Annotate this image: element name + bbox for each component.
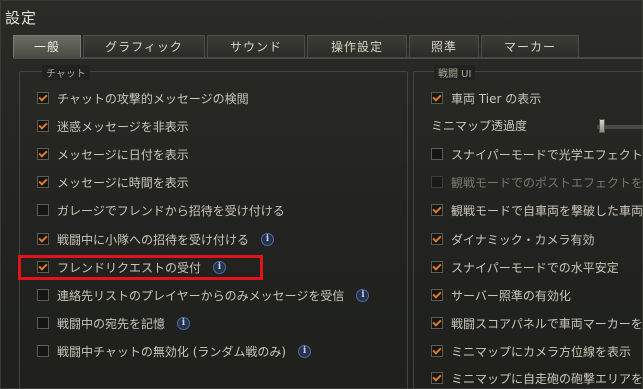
tab-graphics[interactable]: グラフィック — [83, 35, 205, 57]
battle-option-show-tier[interactable]: 車両 Tier の表示 — [431, 89, 541, 107]
chat-option-censor[interactable]: チャットの攻撃的メッセージの検閲 — [37, 89, 249, 107]
option-label: 戦闘中に小隊への招待を受け付ける — [57, 232, 250, 247]
option-label: 戦闘スコアパネルで車両マーカーを — [451, 316, 643, 331]
option-label: 迷惑メッセージを非表示 — [57, 119, 189, 134]
option-label: ミニマップにカメラ方位線を表示 — [451, 344, 632, 359]
checkbox[interactable] — [37, 148, 49, 160]
option-label: メッセージに時間を表示 — [57, 175, 189, 190]
checkbox[interactable] — [37, 176, 49, 188]
checkbox[interactable] — [37, 233, 49, 245]
checkbox[interactable] — [37, 317, 49, 329]
chat-option-remember-recipient[interactable]: 戦闘中の宛先を記憶 i — [37, 314, 191, 332]
tab-divider — [13, 57, 643, 59]
option-label: 戦闘中チャットの無効化 (ランダム戦のみ) — [57, 344, 287, 359]
checkbox — [431, 176, 443, 188]
window-title: 設定 — [5, 9, 38, 27]
minimap-transparency-label: ミニマップ透過度 — [431, 118, 528, 133]
checkbox[interactable] — [37, 92, 49, 104]
battle-option-horizontal-stabilization[interactable]: スナイパーモードでの水平安定 — [431, 258, 619, 276]
option-label: ミニマップに自走砲の砲撃エリアを — [451, 371, 643, 386]
tab-sound[interactable]: サウンド — [207, 35, 305, 57]
option-label: サーバー照準の有効化 — [451, 288, 571, 303]
checkbox[interactable] — [431, 92, 443, 104]
battle-option-minimap-artillery-area[interactable]: ミニマップに自走砲の砲撃エリアを — [431, 369, 643, 387]
option-label: 観戦モードで自車両を撃破した車両 — [451, 203, 643, 218]
battle-option-server-reticle[interactable]: サーバー照準の有効化 — [431, 286, 571, 304]
info-icon[interactable]: i — [298, 344, 312, 358]
tab-markers[interactable]: マーカー — [481, 35, 579, 57]
option-label: メッセージに日付を表示 — [57, 147, 189, 162]
checkbox[interactable] — [37, 204, 49, 216]
option-label: 観戦モードでのポストエフェクトを有 — [451, 175, 643, 190]
tab-aiming[interactable]: 照準 — [409, 35, 479, 57]
info-icon[interactable]: i — [261, 232, 275, 246]
option-label: ダイナミック・カメラ有効 — [451, 232, 595, 247]
checkbox[interactable] — [431, 372, 443, 384]
battle-option-optics[interactable]: スナイパーモードで光学エフェクトを — [431, 145, 643, 163]
highlight-box — [18, 255, 263, 280]
battle-option-spectator-posteffect: 観戦モードでのポストエフェクトを有 — [431, 173, 643, 191]
info-icon[interactable]: i — [356, 288, 370, 302]
checkbox[interactable] — [37, 345, 49, 357]
tab-bar: 一般 グラフィック サウンド 操作設定 照準 マーカー — [13, 35, 579, 57]
battle-option-score-panel-markers[interactable]: 戦闘スコアパネルで車両マーカーを — [431, 314, 643, 332]
chat-option-show-date[interactable]: メッセージに日付を表示 — [37, 145, 189, 163]
chat-option-hide-spam[interactable]: 迷惑メッセージを非表示 — [37, 117, 189, 135]
battle-option-minimap-camera-line[interactable]: ミニマップにカメラ方位線を表示 — [431, 342, 631, 360]
checkbox[interactable] — [431, 204, 443, 216]
battle-option-dynamic-camera[interactable]: ダイナミック・カメラ有効 — [431, 230, 595, 248]
checkbox[interactable] — [431, 317, 443, 329]
chat-panel-title: チャット — [42, 65, 90, 80]
info-icon[interactable]: i — [177, 316, 191, 330]
slider-handle[interactable] — [599, 119, 605, 133]
option-label: スナイパーモードで光学エフェクトを — [451, 147, 643, 162]
tab-general[interactable]: 一般 — [13, 35, 81, 57]
option-label: 車両 Tier の表示 — [451, 91, 542, 106]
battle-ui-panel-title: 戦闘 UI — [434, 65, 476, 80]
checkbox[interactable] — [431, 289, 443, 301]
chat-option-garage-invites[interactable]: ガレージでフレンドから招待を受け付ける — [37, 201, 285, 219]
checkbox[interactable] — [431, 148, 443, 160]
checkbox[interactable] — [431, 233, 443, 245]
chat-option-contacts-only[interactable]: 連絡先リストのプレイヤーからのみメッセージを受信 i — [37, 286, 370, 304]
checkbox[interactable] — [431, 261, 443, 273]
checkbox[interactable] — [431, 345, 443, 357]
settings-window: 設定 一般 グラフィック サウンド 操作設定 照準 マーカー チャット チャット… — [0, 0, 643, 389]
option-label: 連絡先リストのプレイヤーからのみメッセージを受信 — [57, 288, 345, 303]
battle-option-spectator-killer[interactable]: 観戦モードで自車両を撃破した車両 — [431, 201, 643, 219]
option-label: ガレージでフレンドから招待を受け付ける — [57, 203, 285, 218]
chat-option-disable-battle-chat[interactable]: 戦闘中チャットの無効化 (ランダム戦のみ) i — [37, 342, 312, 360]
option-label: 戦闘中の宛先を記憶 — [57, 316, 166, 331]
option-label: スナイパーモードでの水平安定 — [451, 260, 619, 275]
chat-option-show-time[interactable]: メッセージに時間を表示 — [37, 173, 189, 191]
checkbox[interactable] — [37, 289, 49, 301]
chat-option-platoon-invites[interactable]: 戦闘中に小隊への招待を受け付ける i — [37, 230, 275, 248]
tab-controls[interactable]: 操作設定 — [307, 35, 407, 57]
option-label: チャットの攻撃的メッセージの検閲 — [57, 91, 249, 106]
checkbox[interactable] — [37, 120, 49, 132]
